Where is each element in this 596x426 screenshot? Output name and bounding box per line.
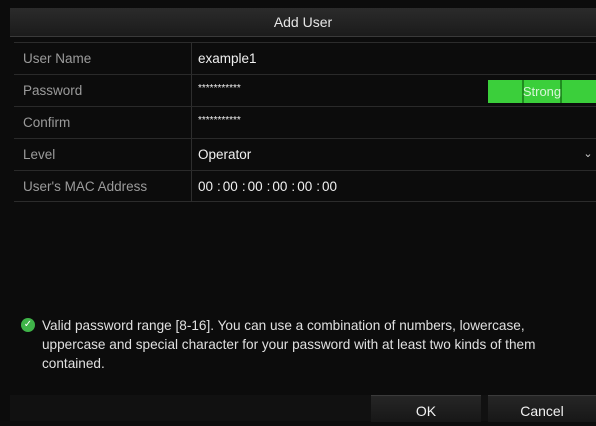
- mac-separator: :: [241, 179, 246, 194]
- confirm-password-input[interactable]: ***********: [198, 107, 241, 138]
- mac-separator: :: [217, 179, 221, 194]
- ok-button[interactable]: OK: [371, 395, 481, 422]
- mac-octet-2[interactable]: 00: [223, 171, 238, 202]
- mac-octet-3[interactable]: 00: [248, 171, 263, 202]
- level-select[interactable]: Operator: [198, 139, 251, 170]
- mac-octet-6[interactable]: 00: [322, 171, 337, 202]
- mac-address-input[interactable]: 00 : 00 : 00 : 00 : 00 : 00: [198, 171, 341, 202]
- confirm-row: Confirm ***********: [14, 107, 596, 139]
- mac-address-label: User's MAC Address: [14, 171, 192, 202]
- dialog-title: Add User: [10, 8, 596, 37]
- user-name-input[interactable]: example1: [198, 43, 257, 74]
- password-hint: ✓ Valid password range [8-16]. You can u…: [21, 316, 581, 373]
- mac-row: User's MAC Address 00 : 00 : 00 : 00 : 0…: [14, 171, 596, 202]
- mac-separator: :: [316, 179, 320, 194]
- mac-octet-5[interactable]: 00: [297, 171, 312, 202]
- password-input[interactable]: ***********: [198, 75, 241, 106]
- add-user-dialog: Add User User Name example1 Password ***…: [0, 0, 596, 422]
- check-circle-icon: ✓: [21, 318, 35, 332]
- cancel-button[interactable]: Cancel: [488, 395, 596, 422]
- mac-octet-1[interactable]: 00: [198, 171, 213, 202]
- chevron-down-icon[interactable]: ⌄: [580, 139, 596, 170]
- password-strength-label: Strong: [522, 84, 562, 99]
- password-label: Password: [14, 75, 192, 106]
- mac-octet-4[interactable]: 00: [272, 171, 287, 202]
- mac-separator: :: [291, 179, 296, 194]
- user-form: User Name example1 Password *********** …: [14, 42, 596, 202]
- user-name-label: User Name: [14, 43, 192, 74]
- password-strength-indicator: Strong: [488, 80, 596, 103]
- level-label: Level: [14, 139, 192, 170]
- mac-separator: :: [266, 179, 271, 194]
- user-name-row: User Name example1: [14, 43, 596, 75]
- confirm-label: Confirm: [14, 107, 192, 138]
- password-hint-text: Valid password range [8-16]. You can use…: [42, 318, 536, 371]
- level-row: Level Operator ⌄: [14, 139, 596, 171]
